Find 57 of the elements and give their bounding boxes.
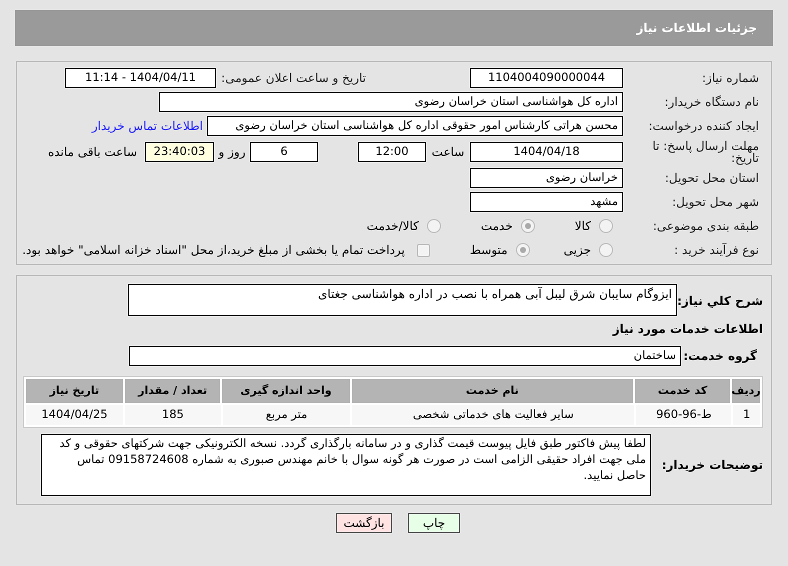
table-cell: متر مربع [222,405,350,425]
radio-label: جزیی [564,242,591,259]
time-label: ساعت [430,144,466,161]
radio-button[interactable] [516,243,530,257]
print-button[interactable]: چاپ [408,513,460,533]
table-cell: 1 [733,405,760,425]
radio-label: کالا/خدمت [366,218,419,235]
text-field[interactable]: 1404/04/11 - 11:14 [65,68,216,88]
table-cell: سایر فعالیت های خدماتی شخصی [352,405,634,425]
column-header: تاریخ نیاز [26,379,123,403]
text-field[interactable]: اداره کل هواشناسی استان خراسان رضوی [159,92,623,112]
checkbox[interactable] [416,244,430,256]
remaining-label: ساعت باقی مانده [48,144,137,161]
radio-button[interactable] [426,219,441,233]
field-label: تاریخ و ساعت اعلان عمومی: [220,70,366,87]
radio-label: متوسط [470,242,508,259]
description-textarea[interactable]: ایزوگام سایبان شرق لیبل آبی همراه با نصب در اداره هواشناسی جغتای [128,284,677,316]
radio-button[interactable] [599,219,613,233]
text-field[interactable]: 1104004090000044 [470,68,623,88]
field-label: طبقه بندی موضوعی: [652,218,759,235]
table-cell: 185 [124,405,221,425]
column-header: نام خدمت [352,379,634,403]
days-label: روز و [217,144,246,161]
text-field[interactable]: ساختمان [129,346,681,366]
table-cell: 1404/04/25 [26,405,123,425]
field-label: مهلت ارسال پاسخ: تا تاریخ: [651,140,759,164]
field-label: گروه خدمت: [682,348,758,365]
section-heading: اطلاعات خدمات مورد نیاز [611,321,763,338]
text-field[interactable]: محسن هراتی کارشناس امور حقوقی اداره کل هواشناسی استان خراسان رضوی [207,116,623,136]
field-label: شماره نیاز: [701,70,759,87]
buyer-notes-textarea[interactable]: لطفا پیش فاکتور طبق فایل پیوست قیمت گذاری و در سامانه بارگذاری گردد. نسخه الکترونیکی جهت شرکتهای حقوقی و کد ملی جهت افراد حقیقی الزامی است در صورت هر گونه سوال با خانم مهندس صبوری به شماره 09158724608 تماس حاصل نمایید. [41,434,651,496]
text-field[interactable]: 12:00 [358,142,426,162]
text-field[interactable]: 23:40:03 [145,142,214,162]
page-title: جزئیات اطلاعات نیاز [636,20,757,37]
field-label: شهر محل تحویل: [671,194,759,211]
text-field[interactable]: 6 [250,142,318,162]
text-field[interactable]: 1404/04/18 [470,142,623,162]
field-label: نام دستگاه خریدار: [664,94,759,111]
text-field[interactable]: خراسان رضوی [470,168,623,188]
column-header: واحد اندازه گیری [222,379,350,403]
checkbox-label: پرداخت تمام یا بخشی از مبلغ خرید،از محل "اسناد خزانه اسلامی" خواهد بود. [22,242,405,259]
radio-button[interactable] [520,219,535,233]
radio-label: کالا [574,218,591,235]
field-label: نوع فرآیند خرید : [673,242,759,259]
column-header: تعداد / مقدار [124,379,220,403]
table-cell: ط-96-960 [636,405,732,425]
text-field[interactable]: مشهد [470,192,623,212]
column-header: کد خدمت [635,379,730,403]
column-header: ردیف [732,379,760,403]
field-label: توضیحات خریدار: [660,457,763,474]
field-label: ایجاد کننده درخواست: [647,118,759,135]
radio-label: خدمت [480,218,513,235]
field-label: استان محل تحویل: [664,170,759,187]
radio-button[interactable] [599,243,613,257]
back-button[interactable]: بازگشت [336,513,392,533]
buyer-contact-link[interactable]: اطلاعات تماس خریدار [92,117,203,135]
field-label: شرح کلي نياز: [677,293,763,310]
